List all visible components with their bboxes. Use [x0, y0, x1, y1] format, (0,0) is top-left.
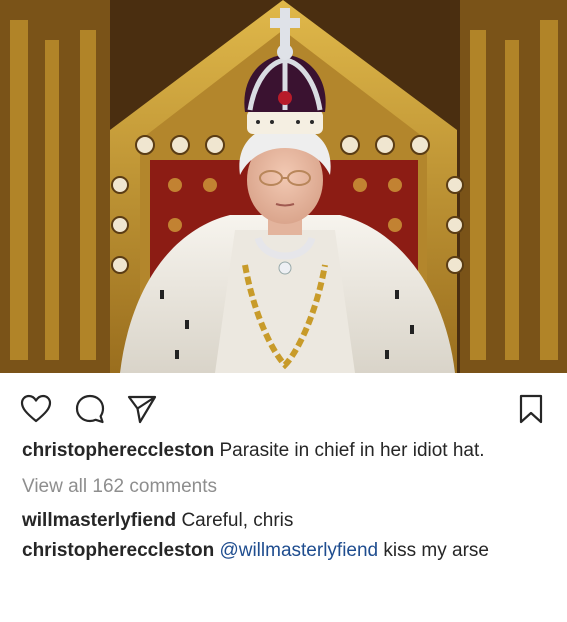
- comment-item: willmasterlyfiend Careful, chris: [22, 508, 547, 534]
- view-all-comments-link[interactable]: View all 162 comments: [22, 474, 547, 500]
- comment-item: christophereccleston @willmasterlyfiend …: [22, 538, 547, 564]
- action-bar: [0, 373, 567, 435]
- heart-icon[interactable]: [20, 393, 52, 425]
- paper-plane-icon[interactable]: [126, 393, 158, 425]
- comment-username[interactable]: willmasterlyfiend: [22, 510, 176, 531]
- post-caption: christophereccleston Parasite in chief i…: [22, 438, 547, 464]
- instagram-post: christophereccleston Parasite in chief i…: [0, 0, 567, 622]
- comment-username[interactable]: christophereccleston: [22, 540, 214, 561]
- caption-username[interactable]: christophereccleston: [22, 440, 214, 461]
- comment-text: kiss my arse: [383, 540, 489, 561]
- throne-portrait-image: [0, 0, 567, 373]
- post-photo[interactable]: [0, 0, 567, 373]
- bookmark-icon[interactable]: [515, 393, 547, 425]
- comment-text: Careful, chris: [181, 510, 294, 531]
- speech-bubble-icon[interactable]: [74, 393, 106, 425]
- comment-mention[interactable]: @willmasterlyfiend: [219, 540, 378, 561]
- caption-text: Parasite in chief in her idiot hat.: [219, 440, 485, 461]
- post-text-section: christophereccleston Parasite in chief i…: [22, 438, 547, 568]
